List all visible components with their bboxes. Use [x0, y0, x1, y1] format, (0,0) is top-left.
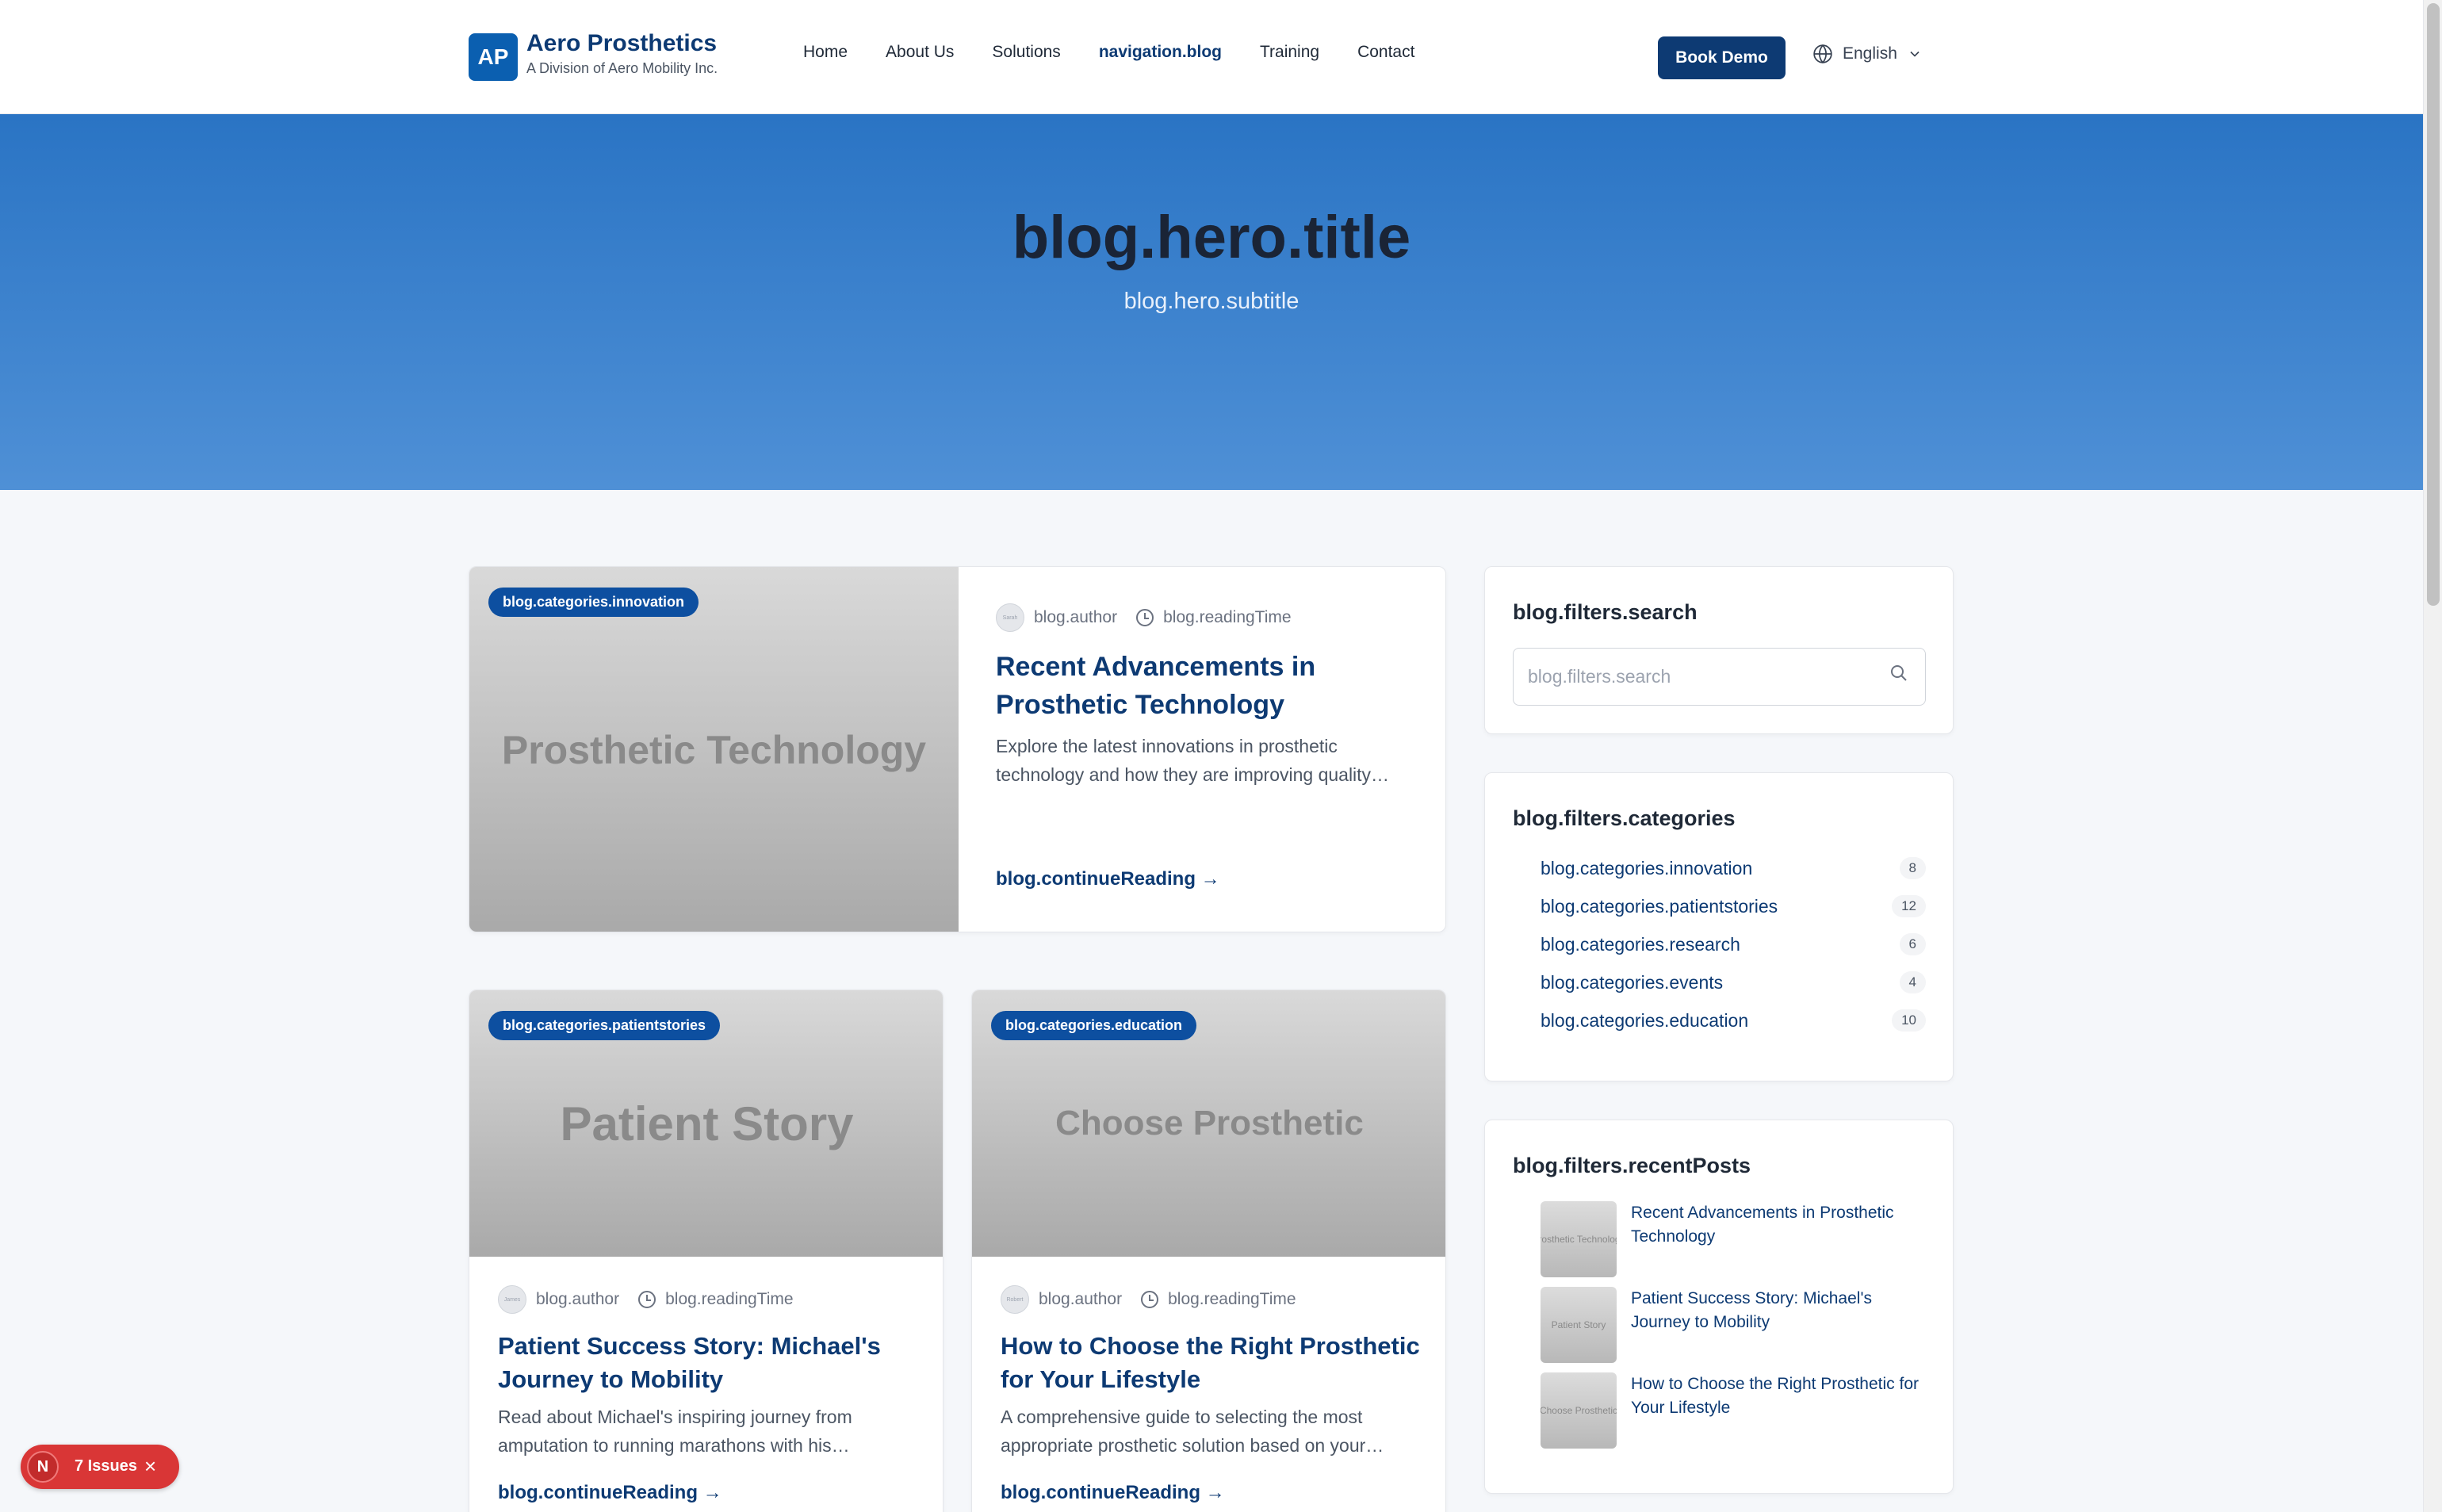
category-label: blog.categories.education	[1541, 1009, 1749, 1031]
category-badge[interactable]: blog.categories.innovation	[488, 588, 699, 617]
language-label: English	[1843, 44, 1897, 63]
recent-post-thumbnail[interactable]: Patient Story	[1541, 1287, 1617, 1363]
recent-post-thumbnail[interactable]: Choose Prosthetic	[1541, 1372, 1617, 1449]
recent-post-title[interactable]: Recent Advancements in Prosthetic Techno…	[1631, 1201, 1926, 1249]
post-title[interactable]: Patient Success Story: Michael's Journey…	[498, 1330, 918, 1396]
category-item-research[interactable]: blog.categories.research 6	[1541, 930, 1926, 959]
category-count: 6	[1899, 933, 1926, 955]
featured-post-card[interactable]: Prosthetic Technology blog.categories.in…	[469, 566, 1446, 932]
clock-icon	[638, 1291, 656, 1308]
category-count: 12	[1892, 895, 1926, 917]
hero-subtitle: blog.hero.subtitle	[1123, 289, 1299, 314]
category-badge[interactable]: blog.categories.education	[991, 1011, 1197, 1040]
category-count: 8	[1899, 857, 1926, 879]
logo-icon[interactable]: AP	[469, 33, 518, 81]
nav-solutions[interactable]: Solutions	[992, 43, 1060, 62]
category-badge[interactable]: blog.categories.patientstories	[488, 1011, 721, 1040]
category-count: 4	[1899, 971, 1926, 993]
brand-subtitle: A Division of Aero Mobility Inc.	[526, 60, 718, 76]
nav-training[interactable]: Training	[1260, 43, 1319, 62]
close-icon[interactable]: ×	[144, 1455, 156, 1477]
category-label: blog.categories.research	[1541, 933, 1740, 955]
continue-reading-link[interactable]: blog.continueReading →	[996, 868, 1220, 890]
main-nav: Home About Us Solutions navigation.blog …	[803, 43, 1414, 62]
recent-post-item[interactable]: Prosthetic Technology Recent Advancement…	[1541, 1201, 1926, 1277]
issues-count[interactable]: 7 Issues	[75, 1457, 137, 1476]
author-avatar: James	[498, 1285, 526, 1314]
category-item-patientstories[interactable]: blog.categories.patientstories 12	[1541, 892, 1926, 921]
category-label: blog.categories.innovation	[1541, 857, 1753, 878]
hero-banner: blog.hero.title blog.hero.subtitle	[0, 114, 2423, 490]
post-meta: Sarah blog.author blog.readingTime	[996, 603, 1292, 632]
chevron-down-icon	[1910, 51, 1920, 57]
site-header: AP Aero Prosthetics A Division of Aero M…	[0, 0, 2423, 114]
recent-posts-title: blog.filters.recentPosts	[1513, 1154, 1751, 1177]
continue-reading-link[interactable]: blog.continueReading →	[498, 1482, 722, 1504]
continue-reading-link[interactable]: blog.continueReading →	[1001, 1482, 1225, 1504]
post-card[interactable]: Patient Story blog.categories.patientsto…	[469, 989, 944, 1512]
author-name: blog.author	[1039, 1290, 1123, 1308]
post-card[interactable]: Choose Prosthetic blog.categories.educat…	[971, 989, 1446, 1512]
post-title[interactable]: How to Choose the Right Prosthetic for Y…	[1001, 1330, 1421, 1396]
category-label: blog.categories.events	[1541, 971, 1724, 993]
post-meta: Robert blog.author blog.readingTime	[1001, 1285, 1296, 1314]
search-icon[interactable]	[1889, 664, 1908, 683]
scrollbar-thumb[interactable]	[2427, 3, 2440, 606]
reading-time: blog.readingTime	[1168, 1290, 1296, 1308]
hero-title: blog.hero.title	[1012, 204, 1411, 271]
recent-post-item[interactable]: Patient Story Patient Success Story: Mic…	[1541, 1287, 1926, 1363]
recent-post-title[interactable]: Patient Success Story: Michael's Journey…	[1631, 1287, 1926, 1334]
author-avatar: Sarah	[996, 603, 1024, 632]
categories-widget-title: blog.filters.categories	[1513, 806, 1736, 830]
recent-posts-widget: blog.filters.recentPosts Prosthetic Tech…	[1484, 1120, 1954, 1494]
reading-time: blog.readingTime	[1163, 608, 1292, 626]
clock-icon	[1141, 1291, 1159, 1308]
brand-name[interactable]: Aero Prosthetics	[526, 30, 717, 57]
globe-icon	[1813, 44, 1832, 64]
reading-time: blog.readingTime	[665, 1290, 794, 1308]
post-meta: James blog.author blog.readingTime	[498, 1285, 794, 1314]
category-count: 10	[1892, 1009, 1926, 1032]
featured-post-title[interactable]: Recent Advancements in Prosthetic Techno…	[996, 648, 1424, 724]
categories-widget: blog.filters.categories blog.categories.…	[1484, 772, 1954, 1081]
page-scrollbar[interactable]	[2423, 0, 2442, 1512]
language-selector[interactable]: English	[1812, 44, 1923, 64]
featured-post-image[interactable]: Prosthetic Technology	[469, 567, 959, 932]
search-widget-title: blog.filters.search	[1513, 600, 1698, 624]
category-item-education[interactable]: blog.categories.education 10	[1541, 1006, 1926, 1035]
author-avatar: Robert	[1001, 1285, 1029, 1314]
category-label: blog.categories.patientstories	[1541, 895, 1778, 917]
recent-post-title[interactable]: How to Choose the Right Prosthetic for Y…	[1631, 1372, 1926, 1420]
clock-icon	[1136, 609, 1154, 626]
author-name: blog.author	[1034, 608, 1118, 626]
nav-blog[interactable]: navigation.blog	[1099, 43, 1222, 62]
featured-post-excerpt: Explore the latest innovations in prosth…	[996, 736, 1390, 785]
recent-post-item[interactable]: Choose Prosthetic How to Choose the Righ…	[1541, 1372, 1926, 1449]
nextjs-icon[interactable]: N	[27, 1451, 59, 1483]
nav-contact[interactable]: Contact	[1357, 43, 1414, 62]
post-excerpt: Read about Michael's inspiring journey f…	[498, 1407, 852, 1456]
category-item-events[interactable]: blog.categories.events 4	[1541, 968, 1926, 997]
nav-about-us[interactable]: About Us	[886, 43, 954, 62]
author-name: blog.author	[536, 1290, 620, 1308]
post-excerpt: A comprehensive guide to selecting the m…	[1001, 1407, 1384, 1456]
search-widget: blog.filters.search	[1484, 566, 1954, 734]
recent-post-thumbnail[interactable]: Prosthetic Technology	[1541, 1201, 1617, 1277]
book-demo-button[interactable]: Book Demo	[1658, 36, 1786, 79]
nav-home[interactable]: Home	[803, 43, 848, 62]
search-input[interactable]	[1513, 648, 1926, 706]
issues-badge[interactable]: N 7 Issues ×	[21, 1445, 179, 1489]
category-item-innovation[interactable]: blog.categories.innovation 8	[1541, 854, 1926, 882]
